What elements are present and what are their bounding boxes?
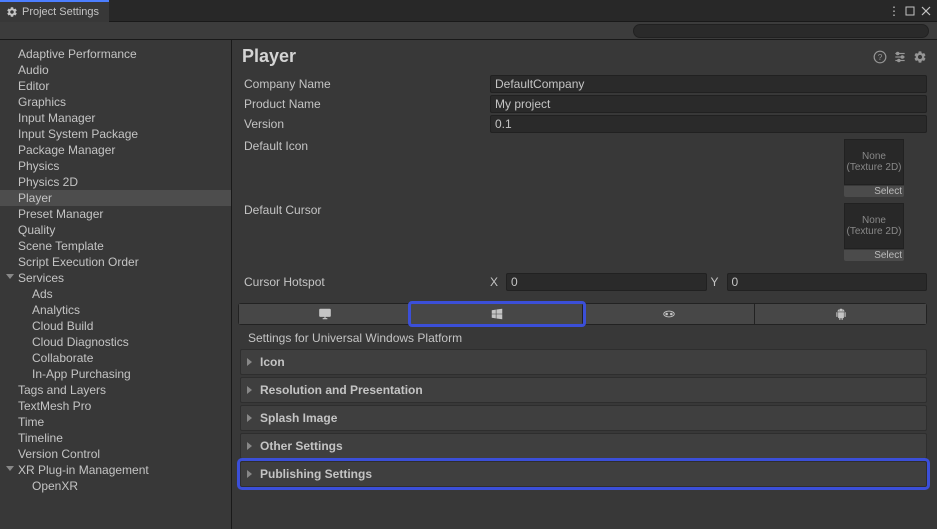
chevron-right-icon <box>247 414 252 422</box>
version-label: Version <box>242 117 490 131</box>
sidebar: Adaptive Performance Audio Editor Graphi… <box>0 40 232 529</box>
sidebar-item-version-control[interactable]: Version Control <box>0 446 231 462</box>
sidebar-item-time[interactable]: Time <box>0 414 231 430</box>
company-name-label: Company Name <box>242 77 490 91</box>
android-icon <box>834 307 848 321</box>
sidebar-item-collaborate[interactable]: Collaborate <box>0 350 231 366</box>
search-bar <box>0 22 937 40</box>
company-name-input[interactable] <box>490 75 927 93</box>
sidebar-item-services[interactable]: Services <box>0 270 231 286</box>
select-icon-button[interactable]: Select <box>844 186 904 197</box>
tab-project-settings[interactable]: Project Settings <box>0 0 109 22</box>
sidebar-item-cloud-build[interactable]: Cloud Build <box>0 318 231 334</box>
sidebar-item-audio[interactable]: Audio <box>0 62 231 78</box>
chevron-right-icon <box>247 442 252 450</box>
default-cursor-label: Default Cursor <box>242 203 844 217</box>
gear-icon <box>6 6 18 18</box>
lumin-icon <box>662 307 676 321</box>
page-title: Player <box>242 46 296 67</box>
chevron-right-icon <box>247 358 252 366</box>
svg-text:?: ? <box>878 52 883 61</box>
monitor-icon <box>318 307 332 321</box>
platform-tab-standalone[interactable] <box>239 304 411 324</box>
hotspot-x-input[interactable] <box>506 273 707 291</box>
chevron-down-icon <box>6 466 14 471</box>
section-splash-image[interactable]: Splash Image <box>240 405 927 431</box>
sidebar-item-physics-2d[interactable]: Physics 2D <box>0 174 231 190</box>
sidebar-item-preset-manager[interactable]: Preset Manager <box>0 206 231 222</box>
search-input[interactable] <box>633 24 929 38</box>
sidebar-item-scene-template[interactable]: Scene Template <box>0 238 231 254</box>
sidebar-item-openxr[interactable]: OpenXR <box>0 478 231 494</box>
sidebar-item-input-system-package[interactable]: Input System Package <box>0 126 231 142</box>
chevron-right-icon <box>247 386 252 394</box>
settings-for-label: Settings for Universal Windows Platform <box>232 325 937 349</box>
platform-tab-lumin[interactable] <box>583 304 755 324</box>
version-input[interactable] <box>490 115 927 133</box>
section-resolution-presentation[interactable]: Resolution and Presentation <box>240 377 927 403</box>
chevron-down-icon <box>6 274 14 279</box>
sidebar-item-script-execution-order[interactable]: Script Execution Order <box>0 254 231 270</box>
sidebar-item-ads[interactable]: Ads <box>0 286 231 302</box>
section-publishing-settings[interactable]: Publishing Settings <box>240 461 927 487</box>
platform-tabs <box>238 303 927 325</box>
sidebar-item-analytics[interactable]: Analytics <box>0 302 231 318</box>
hotspot-y-label: Y <box>711 275 723 289</box>
sidebar-item-xr-plugin-management[interactable]: XR Plug-in Management <box>0 462 231 478</box>
section-other-settings[interactable]: Other Settings <box>240 433 927 459</box>
windows-icon <box>490 307 504 321</box>
default-icon-slot[interactable]: None (Texture 2D) <box>844 139 904 185</box>
hotspot-x-label: X <box>490 275 502 289</box>
section-icon[interactable]: Icon <box>240 349 927 375</box>
hotspot-y-input[interactable] <box>727 273 928 291</box>
sidebar-item-quality[interactable]: Quality <box>0 222 231 238</box>
content-panel: Player ? Company Name Product Name Versi… <box>232 40 937 529</box>
product-name-label: Product Name <box>242 97 490 111</box>
cursor-hotspot-label: Cursor Hotspot <box>242 275 490 289</box>
sidebar-item-physics[interactable]: Physics <box>0 158 231 174</box>
preset-icon[interactable] <box>893 50 907 64</box>
sidebar-item-package-manager[interactable]: Package Manager <box>0 142 231 158</box>
product-name-input[interactable] <box>490 95 927 113</box>
gear-icon[interactable] <box>913 50 927 64</box>
sidebar-item-tags-and-layers[interactable]: Tags and Layers <box>0 382 231 398</box>
sidebar-item-graphics[interactable]: Graphics <box>0 94 231 110</box>
default-icon-label: Default Icon <box>242 139 844 153</box>
title-bar: Project Settings ⋮ <box>0 0 937 22</box>
sidebar-item-cloud-diagnostics[interactable]: Cloud Diagnostics <box>0 334 231 350</box>
close-button[interactable] <box>919 4 933 18</box>
sidebar-item-in-app-purchasing[interactable]: In-App Purchasing <box>0 366 231 382</box>
sidebar-item-editor[interactable]: Editor <box>0 78 231 94</box>
help-icon[interactable]: ? <box>873 50 887 64</box>
sidebar-item-input-manager[interactable]: Input Manager <box>0 110 231 126</box>
sidebar-item-player[interactable]: Player <box>0 190 231 206</box>
sidebar-item-timeline[interactable]: Timeline <box>0 430 231 446</box>
sidebar-item-adaptive-performance[interactable]: Adaptive Performance <box>0 46 231 62</box>
tab-label: Project Settings <box>22 6 99 18</box>
context-menu-button[interactable]: ⋮ <box>887 4 901 18</box>
platform-tab-android[interactable] <box>755 304 926 324</box>
sidebar-item-textmesh-pro[interactable]: TextMesh Pro <box>0 398 231 414</box>
chevron-right-icon <box>247 470 252 478</box>
platform-tab-uwp[interactable] <box>411 304 583 324</box>
default-cursor-slot[interactable]: None (Texture 2D) <box>844 203 904 249</box>
maximize-button[interactable] <box>903 4 917 18</box>
select-cursor-button[interactable]: Select <box>844 250 904 261</box>
